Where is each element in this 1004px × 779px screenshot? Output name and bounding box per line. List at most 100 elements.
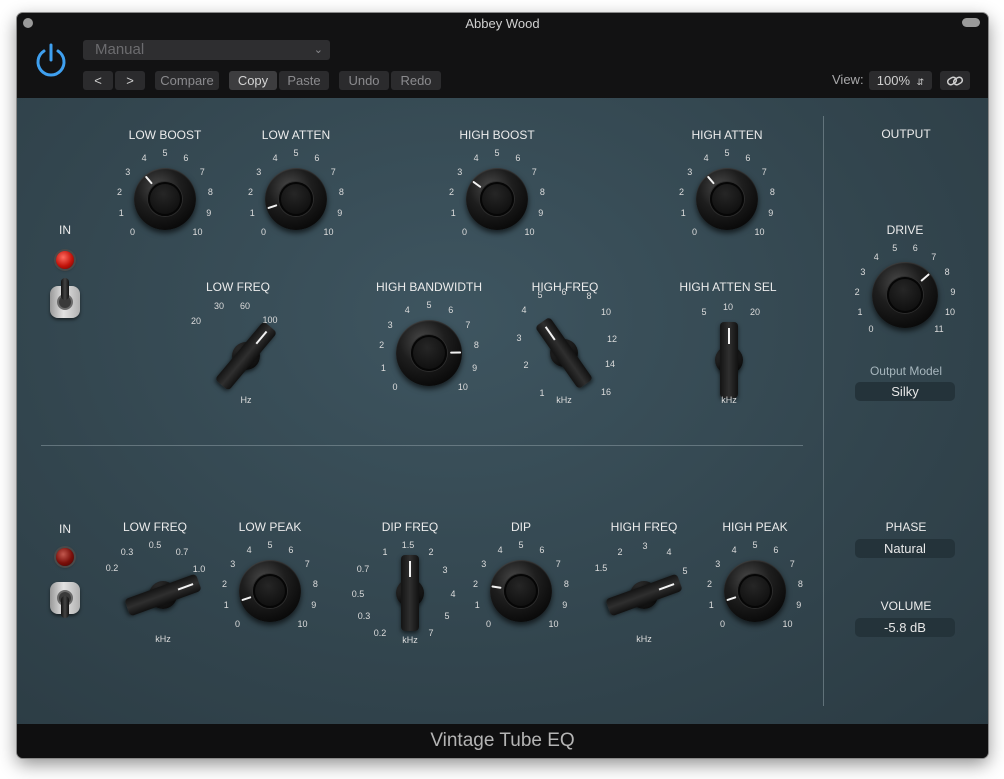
dip-freq-option-8: 4 <box>450 589 456 599</box>
redo-button[interactable]: Redo <box>391 71 441 90</box>
high-atten-tick-3: 3 <box>687 166 693 177</box>
low-peak-indicator <box>241 596 252 602</box>
stepper-icon: ⇵ <box>916 77 925 87</box>
copy-button[interactable]: Copy <box>229 71 277 90</box>
upper-low-freq-selector[interactable] <box>206 316 286 396</box>
lower-low-freq-label: LOW FREQ <box>122 520 187 534</box>
lower-in-label: IN <box>59 522 71 536</box>
previous-preset-button[interactable]: < <box>83 71 113 90</box>
low-boost-tick-6: 6 <box>183 153 189 163</box>
low-boost-knob[interactable] <box>134 168 196 230</box>
low-peak-tick-0: 0 <box>234 618 240 629</box>
lower-low-freq-option-0: 0.2 <box>105 563 119 573</box>
dip-tick-3: 3 <box>481 558 487 569</box>
volume-field[interactable]: -5.8 dB <box>855 618 955 637</box>
dip-tick-2: 2 <box>473 578 479 589</box>
high-bandwidth-tick-6: 6 <box>448 305 454 316</box>
phase-label: PHASE <box>885 520 927 534</box>
high-atten-sel-label: HIGH ATTEN SEL <box>679 280 777 294</box>
high-atten-tick-5: 5 <box>724 148 730 158</box>
high-bandwidth-knob[interactable] <box>396 320 462 386</box>
volume-label: VOLUME <box>880 599 932 613</box>
high-peak-tick-0: 0 <box>719 618 725 629</box>
lower-high-freq-unit: kHz <box>636 634 652 644</box>
drive-knob[interactable] <box>872 262 938 328</box>
dip-freq-selector[interactable] <box>370 553 450 633</box>
low-atten-knob[interactable] <box>265 168 327 230</box>
high-bandwidth-label: HIGH BANDWIDTH <box>376 280 482 294</box>
dip-tick-8: 8 <box>563 578 569 589</box>
compare-button[interactable]: Compare <box>155 71 219 90</box>
low-atten-tick-10: 10 <box>323 226 334 237</box>
low-atten-tick-5: 5 <box>293 148 299 158</box>
high-atten-sel-handle <box>720 322 738 398</box>
lower-in-toggle[interactable] <box>48 576 82 618</box>
link-button[interactable] <box>940 71 970 90</box>
high-atten-tick-6: 6 <box>745 153 751 163</box>
high-boost-knob[interactable] <box>466 168 528 230</box>
drive-indicator <box>920 273 930 282</box>
high-atten-sel-option-0: 5 <box>701 307 707 317</box>
low-atten-indicator <box>267 204 278 210</box>
high-atten-knob[interactable] <box>696 168 758 230</box>
drive-tick-7: 7 <box>931 251 937 262</box>
drive-tick-2: 2 <box>854 286 860 297</box>
zoom-select[interactable]: 100% ⇵ <box>869 71 932 90</box>
upper-high-freq-option-6: 8 <box>586 291 592 301</box>
drive-tick-8: 8 <box>944 266 950 277</box>
low-boost-tick-9: 9 <box>206 208 212 219</box>
low-atten-tick-9: 9 <box>337 208 343 219</box>
output-model-select[interactable]: Silky <box>855 382 955 401</box>
high-boost-tick-1: 1 <box>450 208 456 219</box>
preset-name: Manual <box>95 41 145 58</box>
phase-select[interactable]: Natural <box>855 539 955 558</box>
lower-high-freq-handle <box>605 573 683 617</box>
low-peak-tick-2: 2 <box>222 578 228 589</box>
output-divider <box>823 116 824 706</box>
high-boost-tick-7: 7 <box>531 166 537 177</box>
high-atten-sel-selector[interactable] <box>689 320 769 400</box>
plugin-window: Abbey Wood Manual ⌄ < > Compare Copy Pas… <box>17 13 988 758</box>
high-bandwidth-indicator <box>450 351 461 354</box>
paste-button[interactable]: Paste <box>279 71 329 90</box>
lower-high-freq-label: HIGH FREQ <box>610 520 678 534</box>
high-atten-tick-10: 10 <box>754 226 765 237</box>
title-bar: Abbey Wood Manual ⌄ < > Compare Copy Pas… <box>17 13 988 98</box>
dip-freq-option-2: 0.5 <box>351 589 365 599</box>
high-boost-label: HIGH BOOST <box>459 128 535 142</box>
dip-tick-7: 7 <box>555 558 561 569</box>
high-boost-tick-6: 6 <box>515 153 521 163</box>
upper-low-freq-unit: Hz <box>240 395 252 405</box>
low-boost-label: LOW BOOST <box>128 128 202 142</box>
low-boost-tick-10: 10 <box>192 226 203 237</box>
lower-high-freq-selector[interactable] <box>604 555 684 635</box>
preset-menu[interactable]: Manual ⌄ <box>83 40 330 60</box>
drive-tick-0: 0 <box>868 323 874 334</box>
high-bandwidth-tick-4: 4 <box>404 305 410 316</box>
next-preset-button[interactable]: > <box>115 71 145 90</box>
high-bandwidth-tick-1: 1 <box>380 362 386 373</box>
low-peak-tick-6: 6 <box>288 545 294 555</box>
low-peak-tick-4: 4 <box>246 545 252 555</box>
dip-label: DIP <box>510 520 531 534</box>
low-boost-tick-4: 4 <box>141 153 147 163</box>
dip-freq-option-5: 1.5 <box>401 540 415 550</box>
high-boost-tick-9: 9 <box>538 208 544 219</box>
upper-low-freq-option-2: 60 <box>239 301 251 311</box>
upper-in-toggle[interactable] <box>48 278 82 320</box>
undo-button[interactable]: Undo <box>339 71 389 90</box>
upper-high-freq-handle <box>534 316 594 390</box>
low-atten-tick-7: 7 <box>330 166 336 177</box>
dip-knob[interactable] <box>490 560 552 622</box>
high-peak-knob[interactable] <box>724 560 786 622</box>
high-bandwidth-tick-10: 10 <box>457 381 468 392</box>
power-icon[interactable] <box>32 42 70 80</box>
upper-high-freq-selector[interactable] <box>524 313 604 393</box>
high-atten-tick-0: 0 <box>691 226 697 237</box>
upper-in-led <box>56 251 74 269</box>
lower-low-freq-selector[interactable] <box>123 555 203 635</box>
low-peak-knob[interactable] <box>239 560 301 622</box>
view-label: View: <box>832 72 864 87</box>
high-atten-indicator <box>706 175 715 185</box>
upper-high-freq-option-4: 5 <box>537 290 543 300</box>
